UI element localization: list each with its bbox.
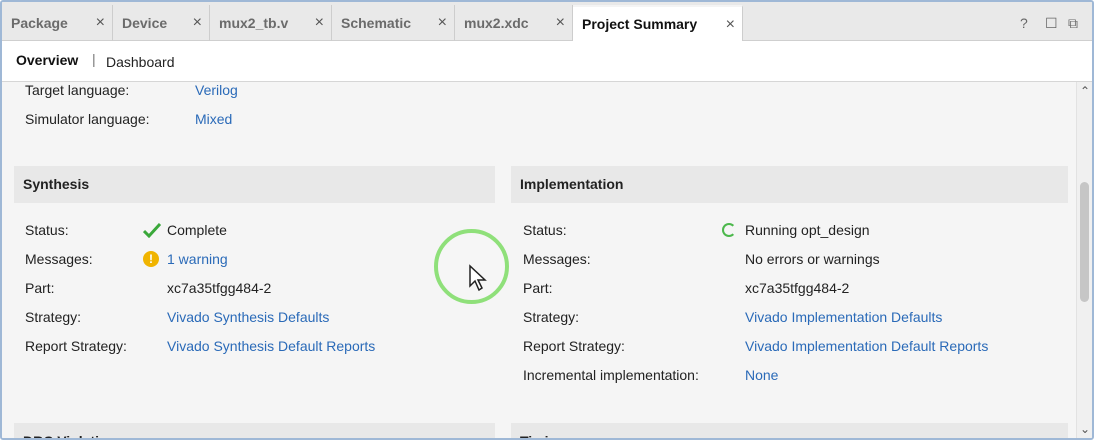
close-icon[interactable]: ×: [726, 16, 735, 34]
close-icon[interactable]: ×: [438, 14, 447, 32]
implementation-strategy-label: Strategy:: [523, 309, 580, 325]
implementation-status-label: Status:: [523, 222, 567, 238]
timing-header: Timing: [511, 423, 1068, 438]
tab-project-summary[interactable]: Project Summary ×: [573, 5, 743, 41]
implementation-status-value: Running opt_design: [745, 222, 870, 238]
implementation-messages-value: No errors or warnings: [745, 251, 880, 267]
incremental-implementation-label: Incremental implementation:: [523, 367, 699, 383]
mouse-cursor-icon: [469, 264, 487, 292]
simulator-language-link[interactable]: Mixed: [195, 111, 232, 127]
synthesis-messages-link[interactable]: 1 warning: [167, 251, 228, 267]
check-icon: [143, 223, 161, 238]
implementation-report-strategy-link[interactable]: Vivado Implementation Default Reports: [745, 338, 988, 354]
close-icon[interactable]: ×: [556, 14, 565, 32]
incremental-implementation-link[interactable]: None: [745, 367, 778, 383]
tab-package[interactable]: Package ×: [2, 5, 113, 41]
subtab-overview[interactable]: Overview: [16, 52, 78, 68]
subtab-dashboard[interactable]: Dashboard: [106, 54, 175, 70]
vertical-scrollbar[interactable]: ⌃ ⌄: [1076, 82, 1092, 438]
target-language-label: Target language:: [25, 82, 130, 98]
synthesis-header: Synthesis: [14, 166, 495, 203]
tab-label: Package: [11, 15, 68, 31]
close-icon[interactable]: ×: [315, 14, 324, 32]
synthesis-part-value: xc7a35tfgg484-2: [167, 280, 272, 296]
tab-label: Device: [122, 15, 168, 31]
subtab-separator: |: [92, 51, 96, 67]
synthesis-status-label: Status:: [25, 222, 69, 238]
synthesis-strategy-link[interactable]: Vivado Synthesis Defaults: [167, 309, 329, 325]
summary-content: Target language: Verilog Simulator langu…: [2, 82, 1076, 438]
scrollbar-thumb[interactable]: [1080, 182, 1089, 302]
float-icon[interactable]: ⧉: [1068, 15, 1078, 32]
warning-icon: !: [143, 251, 159, 267]
synthesis-part-label: Part:: [25, 280, 55, 296]
close-icon[interactable]: ×: [193, 14, 202, 32]
tab-device[interactable]: Device ×: [113, 5, 210, 41]
scroll-down-icon[interactable]: ⌄: [1080, 422, 1090, 436]
tab-label: Schematic: [341, 15, 412, 31]
tab-label: mux2_tb.v: [219, 15, 289, 31]
summary-subtabs: Overview | Dashboard: [2, 41, 1092, 82]
implementation-strategy-link[interactable]: Vivado Implementation Defaults: [745, 309, 942, 325]
drc-violations-header: DRC Violations: [14, 423, 495, 438]
simulator-language-label: Simulator language:: [25, 111, 150, 127]
synthesis-report-strategy-link[interactable]: Vivado Synthesis Default Reports: [167, 338, 375, 354]
tab-label: mux2.xdc: [464, 15, 529, 31]
synthesis-report-strategy-label: Report Strategy:: [25, 338, 127, 354]
implementation-part-label: Part:: [523, 280, 553, 296]
project-summary-window: Package × Device × mux2_tb.v × Schematic…: [0, 0, 1094, 440]
implementation-report-strategy-label: Report Strategy:: [523, 338, 625, 354]
close-icon[interactable]: ×: [96, 14, 105, 32]
restore-icon[interactable]: ☐: [1045, 15, 1058, 32]
editor-tab-bar: Package × Device × mux2_tb.v × Schematic…: [2, 2, 1092, 41]
implementation-part-value: xc7a35tfgg484-2: [745, 280, 850, 296]
tab-mux2-tb[interactable]: mux2_tb.v ×: [210, 5, 332, 41]
synthesis-status-value: Complete: [167, 222, 227, 238]
implementation-messages-label: Messages:: [523, 251, 591, 267]
tab-mux2-xdc[interactable]: mux2.xdc ×: [455, 5, 573, 41]
help-icon[interactable]: ?: [1020, 15, 1028, 31]
implementation-header: Implementation: [511, 166, 1068, 203]
scroll-up-icon[interactable]: ⌃: [1080, 84, 1090, 98]
tab-schematic[interactable]: Schematic ×: [332, 5, 455, 41]
synthesis-strategy-label: Strategy:: [25, 309, 82, 325]
target-language-link[interactable]: Verilog: [195, 82, 238, 98]
synthesis-messages-label: Messages:: [25, 251, 93, 267]
tab-label: Project Summary: [582, 16, 698, 32]
running-spinner-icon: [722, 223, 736, 237]
